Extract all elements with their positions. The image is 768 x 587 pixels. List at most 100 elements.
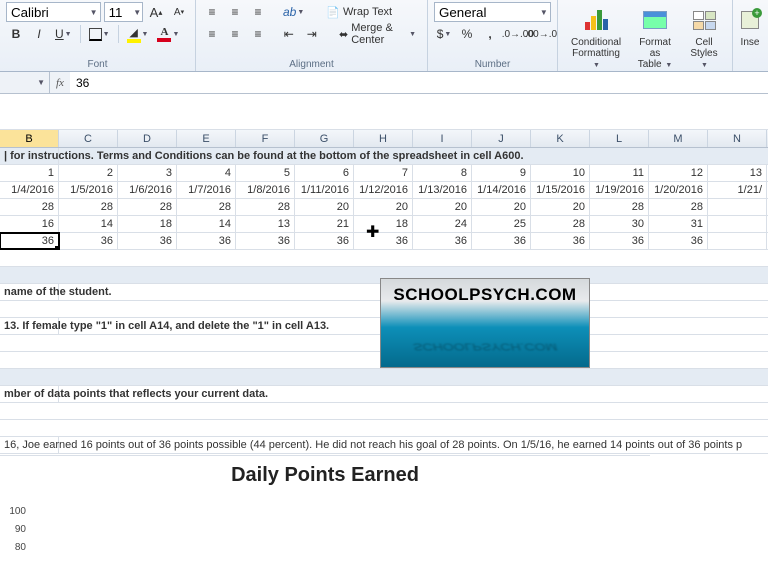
cell[interactable]: 16 bbox=[0, 216, 59, 232]
cell[interactable]: 3 bbox=[118, 165, 177, 181]
column-header[interactable]: E bbox=[177, 130, 236, 147]
number-format-input[interactable] bbox=[435, 5, 538, 20]
cell[interactable]: 1/19/2016 bbox=[590, 182, 649, 198]
currency-button[interactable]: $▼ bbox=[434, 24, 454, 44]
number-format-combo[interactable]: ▼ bbox=[434, 2, 551, 22]
column-header[interactable]: L bbox=[590, 130, 649, 147]
align-top-button[interactable]: ≡ bbox=[202, 2, 222, 22]
column-header[interactable]: M bbox=[649, 130, 708, 147]
align-right-button[interactable]: ≡ bbox=[248, 24, 268, 44]
cell[interactable]: 1/8/2016 bbox=[236, 182, 295, 198]
column-header[interactable]: D bbox=[118, 130, 177, 147]
chevron-down-icon[interactable]: ▼ bbox=[444, 31, 451, 38]
cell[interactable]: 20 bbox=[472, 199, 531, 215]
percent-button[interactable]: % bbox=[457, 24, 477, 44]
table-row[interactable]: 12345678910111213 bbox=[0, 165, 768, 182]
cell[interactable]: 1/5/2016 bbox=[59, 182, 118, 198]
bold-button[interactable]: B bbox=[6, 24, 26, 44]
table-row[interactable]: 161418141321182425283031 bbox=[0, 216, 768, 233]
orientation-button[interactable]: ab▼ bbox=[280, 2, 307, 22]
chevron-down-icon[interactable]: ▼ bbox=[538, 8, 550, 17]
align-middle-button[interactable]: ≡ bbox=[225, 2, 245, 22]
cell[interactable]: 1/14/2016 bbox=[472, 182, 531, 198]
cell[interactable]: 36 bbox=[472, 233, 531, 249]
cell[interactable]: 28 bbox=[0, 199, 59, 215]
cell[interactable]: 31 bbox=[649, 216, 708, 232]
cell[interactable]: 28 bbox=[177, 199, 236, 215]
name-box[interactable]: ▼ bbox=[0, 72, 50, 93]
cell[interactable]: 13 bbox=[708, 165, 767, 181]
chevron-down-icon[interactable]: ▼ bbox=[409, 31, 416, 38]
chevron-down-icon[interactable]: ▼ bbox=[142, 31, 149, 38]
increase-indent-button[interactable]: ⇥ bbox=[302, 24, 322, 44]
shrink-font-button[interactable]: A▾ bbox=[169, 2, 189, 22]
underline-button[interactable]: U▼ bbox=[52, 24, 75, 44]
cell[interactable]: 9 bbox=[472, 165, 531, 181]
cell[interactable]: 2 bbox=[59, 165, 118, 181]
cell[interactable]: 1/13/2016 bbox=[413, 182, 472, 198]
chevron-down-icon[interactable]: ▼ bbox=[65, 31, 72, 38]
align-left-button[interactable]: ≡ bbox=[202, 24, 222, 44]
cell[interactable]: 5 bbox=[236, 165, 295, 181]
decrease-decimal-button[interactable]: .00→.0 bbox=[531, 24, 551, 44]
table-row[interactable]: 16, Joe earned 16 points out of 36 point… bbox=[0, 437, 768, 454]
cell[interactable]: 20 bbox=[295, 199, 354, 215]
column-header[interactable]: N bbox=[708, 130, 767, 147]
cell[interactable]: 8 bbox=[413, 165, 472, 181]
table-row[interactable] bbox=[0, 420, 768, 437]
cell[interactable]: 36 bbox=[59, 233, 118, 249]
cell[interactable]: 24 bbox=[413, 216, 472, 232]
cell[interactable]: 1/21/ bbox=[708, 182, 767, 198]
merge-center-button[interactable]: ⬌Merge & Center▼ bbox=[334, 24, 421, 44]
cell[interactable]: 1/4/2016 bbox=[0, 182, 59, 198]
cell[interactable]: 1/20/2016 bbox=[649, 182, 708, 198]
table-row[interactable] bbox=[0, 250, 768, 267]
cell[interactable]: 1/12/2016 bbox=[354, 182, 413, 198]
cell[interactable] bbox=[708, 233, 767, 249]
italic-button[interactable]: I bbox=[29, 24, 49, 44]
cell[interactable]: 4 bbox=[177, 165, 236, 181]
cell[interactable]: 12 bbox=[649, 165, 708, 181]
column-header[interactable]: G bbox=[295, 130, 354, 147]
cell[interactable]: 36 bbox=[413, 233, 472, 249]
cell[interactable]: 36 bbox=[118, 233, 177, 249]
column-header[interactable]: B bbox=[0, 130, 59, 147]
cell[interactable]: 20 bbox=[354, 199, 413, 215]
table-row[interactable]: mber of data points that reflects your c… bbox=[0, 386, 768, 403]
cell[interactable]: 14 bbox=[177, 216, 236, 232]
cell[interactable]: 21 bbox=[295, 216, 354, 232]
cell[interactable]: 28 bbox=[531, 216, 590, 232]
font-name-input[interactable] bbox=[7, 5, 88, 20]
cell[interactable]: 18 bbox=[118, 216, 177, 232]
chevron-down-icon[interactable]: ▼ bbox=[297, 9, 304, 16]
cell[interactable]: 36 bbox=[177, 233, 236, 249]
table-row[interactable]: 1/4/20161/5/20161/6/20161/7/20161/8/2016… bbox=[0, 182, 768, 199]
column-header[interactable]: C bbox=[59, 130, 118, 147]
cell[interactable]: 28 bbox=[649, 199, 708, 215]
fill-color-button[interactable]: ◢▼ bbox=[124, 24, 152, 44]
cell[interactable]: 6 bbox=[295, 165, 354, 181]
cell[interactable]: 28 bbox=[118, 199, 177, 215]
chevron-down-icon[interactable]: ▼ bbox=[88, 8, 100, 17]
table-row[interactable]: 363636363636363636363636 bbox=[0, 233, 768, 250]
cell[interactable]: 1/7/2016 bbox=[177, 182, 236, 198]
cell[interactable]: 36 bbox=[531, 233, 590, 249]
cell[interactable]: 1/11/2016 bbox=[295, 182, 354, 198]
font-size-combo[interactable]: ▼ bbox=[104, 2, 143, 22]
table-row[interactable] bbox=[0, 403, 768, 420]
chevron-down-icon[interactable]: ▼ bbox=[172, 31, 179, 38]
cell[interactable]: 36 bbox=[649, 233, 708, 249]
cell-styles-button[interactable]: Cell Styles ▼ bbox=[682, 2, 726, 74]
chart[interactable]: Daily Points Earned 100 90 80 bbox=[0, 455, 650, 575]
font-name-combo[interactable]: ▼ bbox=[6, 2, 101, 22]
cell[interactable]: 30 bbox=[590, 216, 649, 232]
column-header[interactable]: F bbox=[236, 130, 295, 147]
cell[interactable]: 20 bbox=[413, 199, 472, 215]
cell[interactable]: 36 bbox=[354, 233, 413, 249]
cell[interactable]: 7 bbox=[354, 165, 413, 181]
chevron-down-icon[interactable]: ▼ bbox=[133, 8, 142, 17]
font-size-input[interactable] bbox=[105, 5, 133, 20]
cell[interactable]: 1 bbox=[0, 165, 59, 181]
decrease-indent-button[interactable]: ⇤ bbox=[279, 24, 299, 44]
cell[interactable]: 36 bbox=[236, 233, 295, 249]
